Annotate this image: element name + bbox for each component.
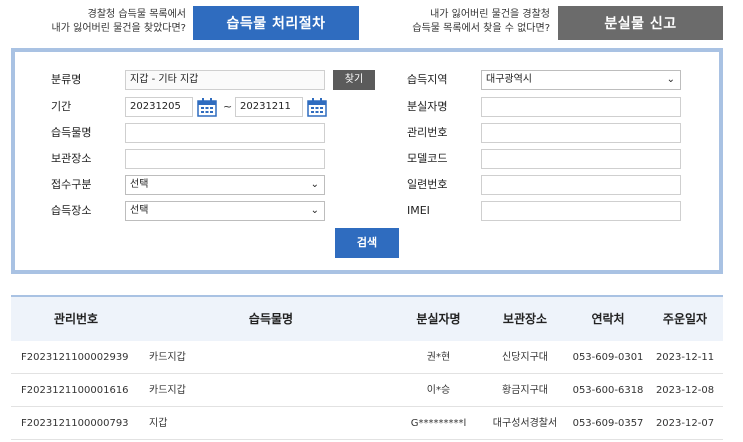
storage-input[interactable]: [125, 149, 325, 169]
manage-no-cell[interactable]: F2023121100001616: [21, 374, 129, 407]
period-label: 기간: [51, 100, 72, 113]
table-row[interactable]: F2023121100001616 카드지갑 이*승 황금지구대 053-600…: [11, 374, 723, 407]
found-question-text: 경찰청 습득물 목록에서 내가 잃어버린 물건을 찾았다면?: [51, 9, 186, 34]
column-header-manage-no[interactable]: 관리번호: [11, 297, 141, 341]
table-header: 관리번호 습득물명 분실자명 보관장소 연락처 주운일자: [11, 295, 723, 341]
loser-name-cell: 권*현: [426, 352, 451, 363]
receipt-type-select[interactable]: 선택 ⌄: [125, 175, 325, 195]
column-header-found-date[interactable]: 주운일자: [647, 297, 723, 341]
date-separator: ~: [223, 100, 233, 113]
chevron-down-icon: ⌄: [310, 205, 319, 216]
search-button[interactable]: 검색: [335, 228, 399, 258]
found-date-cell: 2023-12-11: [655, 352, 715, 363]
region-select[interactable]: 대구광역시 ⌄: [481, 70, 681, 90]
storage-cell: 대구성서경찰서: [492, 418, 558, 429]
found-procedure-button[interactable]: 습득물 처리절차: [193, 6, 359, 40]
item-name-cell[interactable]: 지갑: [149, 407, 167, 440]
contact-cell: 053-600-6318: [572, 385, 644, 396]
chevron-down-icon: ⌄: [310, 179, 319, 190]
top-banner: 경찰청 습득물 목록에서 내가 잃어버린 물건을 찾았다면? 습득물 처리절차 …: [0, 0, 743, 46]
find-category-button[interactable]: 찾기: [333, 70, 375, 90]
category-field[interactable]: 지갑 - 기타 지갑: [125, 70, 325, 90]
found-date-cell: 2023-12-08: [655, 385, 715, 396]
imei-input[interactable]: [481, 201, 681, 221]
storage-cell: 신당지구대: [502, 352, 548, 363]
lost-report-button[interactable]: 분실물 신고: [558, 6, 723, 40]
chevron-down-icon: ⌄: [666, 74, 675, 85]
manage-no-input[interactable]: [481, 123, 681, 143]
search-panel: 분류명 지갑 - 기타 지갑 찾기 기간 20231205 ~ 20231211…: [11, 48, 723, 274]
column-header-loser-name[interactable]: 분실자명: [396, 297, 481, 341]
calendar-icon[interactable]: [197, 97, 217, 117]
manage-no-cell[interactable]: F2023121100002939: [21, 341, 129, 374]
table-row[interactable]: F2023121100002939 카드지갑 권*현 신당지구대 053-609…: [11, 341, 723, 374]
column-header-storage[interactable]: 보관장소: [481, 297, 569, 341]
serial-no-label: 일련번호: [407, 178, 448, 191]
serial-no-input[interactable]: [481, 175, 681, 195]
item-name-input[interactable]: [125, 123, 325, 143]
loser-name-cell: 이*승: [426, 385, 451, 396]
results-table: 관리번호 습득물명 분실자명 보관장소 연락처 주운일자 F2023121100…: [11, 295, 723, 440]
column-header-item-name[interactable]: 습득물명: [146, 297, 396, 341]
model-code-input[interactable]: [481, 149, 681, 169]
receipt-type-label: 접수구분: [51, 178, 92, 191]
loser-name-label: 분실자명: [407, 100, 448, 113]
category-label: 분류명: [51, 73, 82, 86]
not-found-question-text: 내가 잃어버린 물건을 경찰청 습득물 목록에서 찾을 수 없다면?: [412, 9, 550, 34]
manage-no-cell[interactable]: F2023121100000793: [21, 407, 129, 440]
found-place-select[interactable]: 선택 ⌄: [125, 201, 325, 221]
loser-name-cell: G*********l: [410, 418, 467, 429]
storage-cell: 황금지구대: [502, 385, 548, 396]
item-name-cell[interactable]: 카드지갑: [149, 374, 186, 407]
item-name-label: 습득물명: [51, 126, 92, 139]
manage-no-label: 관리번호: [407, 126, 448, 139]
found-place-label: 습득장소: [51, 204, 92, 217]
contact-cell: 053-609-0357: [572, 418, 644, 429]
item-name-cell[interactable]: 카드지갑: [149, 341, 186, 374]
loser-name-input[interactable]: [481, 97, 681, 117]
model-code-label: 모델코드: [407, 152, 448, 165]
found-date-cell: 2023-12-07: [655, 418, 715, 429]
calendar-icon[interactable]: [307, 97, 327, 117]
storage-label: 보관장소: [51, 152, 92, 165]
table-row[interactable]: F2023121100000793 지갑 G*********l 대구성서경찰서…: [11, 407, 723, 440]
date-to-input[interactable]: 20231211: [235, 97, 303, 117]
contact-cell: 053-609-0301: [572, 352, 644, 363]
column-header-contact[interactable]: 연락처: [569, 297, 647, 341]
date-from-input[interactable]: 20231205: [125, 97, 193, 117]
region-label: 습득지역: [407, 73, 448, 86]
imei-label: IMEI: [407, 204, 430, 217]
